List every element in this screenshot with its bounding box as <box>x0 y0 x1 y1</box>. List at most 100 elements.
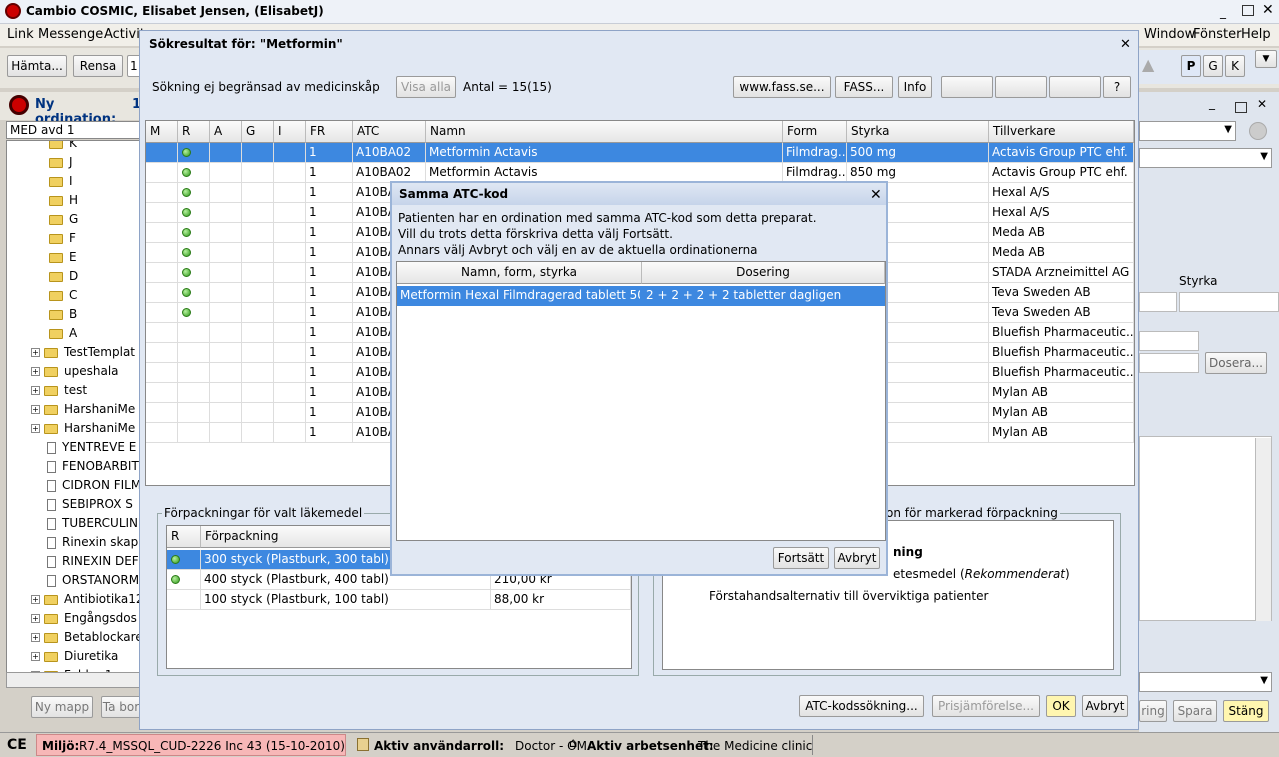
expand-icon[interactable]: + <box>31 633 40 642</box>
blank-button-1[interactable] <box>941 76 993 98</box>
dialog-table[interactable]: Namn, form, styrka Dosering Metformin He… <box>396 261 886 541</box>
tree-item[interactable]: + Engångsdos <box>31 611 137 630</box>
tree-item[interactable]: FENOBARBIT <box>47 459 139 478</box>
panel-field-d[interactable] <box>1139 353 1199 373</box>
tree-item[interactable]: + TestTemplat <box>31 345 135 364</box>
panel-dropdown-1[interactable]: ▼ <box>1139 121 1236 141</box>
tree-item[interactable]: + HarshaniMe <box>31 402 135 421</box>
result-row[interactable]: 1 A10BA02 Metformin Actavis Filmdrag... 850 … <box>146 163 1134 183</box>
tree-item[interactable]: + Betablockare <box>31 630 141 649</box>
package-row[interactable]: 100 styck (Plastburk, 100 tabl) 88,00 kr <box>167 590 631 610</box>
expand-icon[interactable]: + <box>31 367 40 376</box>
tree-item[interactable]: B <box>49 307 77 326</box>
dosera-button[interactable]: Dosera... <box>1205 352 1267 374</box>
column-header[interactable]: M <box>146 121 178 143</box>
panel-restore-icon[interactable] <box>1235 102 1247 113</box>
new-folder-button[interactable]: Ny mapp <box>31 696 93 718</box>
tree-item[interactable]: C <box>49 288 77 307</box>
tree-item[interactable]: YENTREVE E <box>47 440 136 459</box>
tree-item[interactable]: + Antibiotika12 <box>31 592 141 611</box>
expand-icon[interactable]: + <box>31 424 40 433</box>
menu-link[interactable]: Link <box>7 27 34 42</box>
menu-fonster[interactable]: Fönster <box>1193 27 1241 42</box>
column-header[interactable]: A <box>210 121 242 143</box>
panel-minimize-icon[interactable]: _ <box>1209 96 1215 110</box>
spara-button[interactable]: Spara <box>1173 700 1217 722</box>
panel-field-c[interactable] <box>1139 331 1199 351</box>
tree-item[interactable]: A <box>49 326 77 345</box>
tree-item[interactable]: Rinexin skap <box>47 535 138 554</box>
menu-help[interactable]: Help <box>1241 27 1271 42</box>
tree-item[interactable]: H <box>49 193 78 212</box>
toolbar-dropdown[interactable]: ▼ <box>1255 50 1277 68</box>
g-button[interactable]: G <box>1203 55 1223 77</box>
column-header[interactable]: I <box>274 121 306 143</box>
price-compare-button[interactable]: Prisjämförelse... <box>932 695 1040 717</box>
column-header[interactable]: Styrka <box>847 121 989 143</box>
tree-item[interactable]: K <box>49 141 77 155</box>
dialog-close-icon[interactable]: ✕ <box>870 187 882 203</box>
fass-button[interactable]: FASS... <box>835 76 893 98</box>
dialog-cancel-button[interactable]: Avbryt <box>834 547 880 569</box>
expand-icon[interactable]: + <box>31 405 40 414</box>
column-header[interactable]: G <box>242 121 274 143</box>
tree-item[interactable]: RINEXIN DEF <box>47 554 139 573</box>
tree-item[interactable]: + test <box>31 383 87 402</box>
k-button[interactable]: K <box>1225 55 1245 77</box>
tree-hscroll[interactable] <box>6 672 142 688</box>
panel-vscroll[interactable] <box>1255 438 1271 621</box>
stang-button[interactable]: Stäng <box>1223 700 1269 722</box>
column-header[interactable]: FR <box>306 121 353 143</box>
dialog-row[interactable]: Metformin Hexal Filmdragerad tablett 500… <box>397 286 885 306</box>
rensa-button[interactable]: Rensa <box>73 55 123 77</box>
tree-item[interactable]: + HarshaniMe <box>31 421 135 440</box>
expand-icon[interactable]: + <box>31 595 40 604</box>
tree-item[interactable]: CIDRON FILM <box>47 478 141 497</box>
tree-item[interactable]: TUBERCULIN <box>47 516 138 535</box>
unit-dropdown[interactable]: MED avd 1 <box>6 121 142 139</box>
panel-dropdown-3[interactable]: ▼ <box>1139 672 1272 692</box>
continue-button[interactable]: Fortsätt <box>773 547 829 569</box>
fass-web-button[interactable]: www.fass.se... <box>733 76 831 98</box>
menu-window[interactable]: Window <box>1144 27 1195 42</box>
column-header[interactable]: R <box>178 121 210 143</box>
result-row[interactable]: 1 A10BA02 Metformin Actavis Filmdrag... 500 … <box>146 143 1134 163</box>
tree-item[interactable]: E <box>49 250 77 269</box>
panel-textarea[interactable] <box>1139 436 1272 621</box>
show-all-button[interactable]: Visa alla <box>396 76 456 98</box>
ring-button[interactable]: ring <box>1139 700 1167 722</box>
close-icon[interactable]: ✕ <box>1262 2 1274 18</box>
tree-item[interactable]: + upeshala <box>31 364 119 383</box>
tree-item[interactable]: SEBIPROX S <box>47 497 133 516</box>
menu-messenger[interactable]: Messenge <box>38 27 103 42</box>
expand-icon[interactable]: + <box>31 348 40 357</box>
info-button[interactable]: Info <box>898 76 932 98</box>
p-button[interactable]: P <box>1181 55 1201 77</box>
expand-icon[interactable]: + <box>31 386 40 395</box>
ok-button[interactable]: OK <box>1046 695 1076 717</box>
expand-icon[interactable]: + <box>31 652 40 661</box>
column-header[interactable]: Form <box>783 121 847 143</box>
tree-item[interactable]: J <box>49 155 73 174</box>
search-close-icon[interactable]: ✕ <box>1120 37 1131 52</box>
column-header[interactable]: ATC <box>353 121 426 143</box>
restore-icon[interactable] <box>1242 5 1254 16</box>
cancel-button[interactable]: Avbryt <box>1082 695 1128 717</box>
tree-item[interactable]: F <box>49 231 76 250</box>
blank-button-3[interactable] <box>1049 76 1101 98</box>
blank-button-2[interactable] <box>995 76 1047 98</box>
panel-close-icon[interactable]: ✕ <box>1257 97 1267 111</box>
column-header[interactable]: Tillverkare <box>989 121 1134 143</box>
column-header[interactable]: Namn <box>426 121 783 143</box>
atc-search-button[interactable]: ATC-kodssökning... <box>799 695 924 717</box>
remove-button[interactable]: Ta bor <box>101 696 141 718</box>
tree-item[interactable]: D <box>49 269 78 288</box>
styrka-field-a[interactable] <box>1139 292 1177 312</box>
styrka-field-b[interactable] <box>1179 292 1279 312</box>
minimize-icon[interactable]: _ <box>1220 5 1226 19</box>
hamta-button[interactable]: Hämta... <box>7 55 67 77</box>
tree-item[interactable]: + Diuretika <box>31 649 118 668</box>
tree-item[interactable]: I <box>49 174 73 193</box>
expand-icon[interactable]: + <box>31 614 40 623</box>
tree-item[interactable]: ORSTANORM <box>47 573 139 592</box>
